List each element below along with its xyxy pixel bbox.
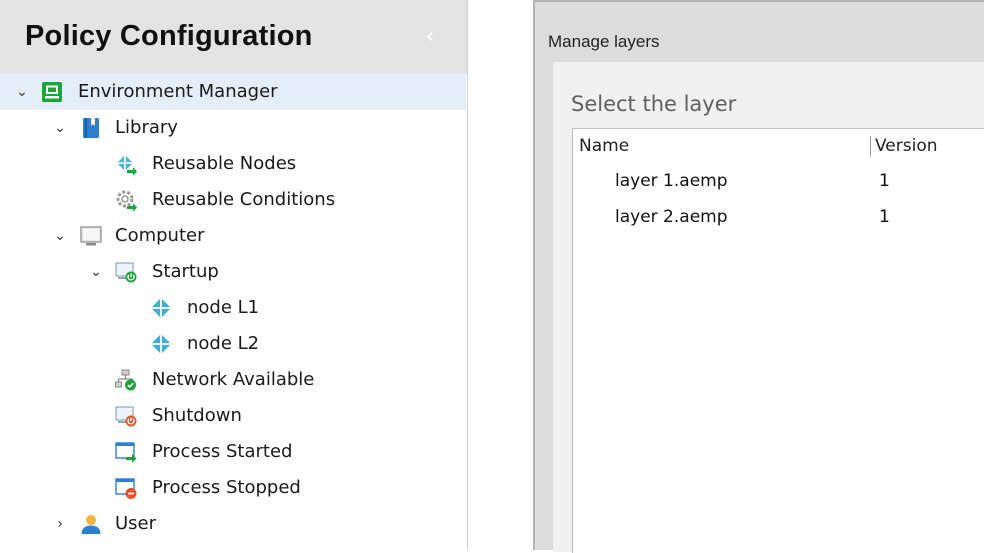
tree-item-environment-manager[interactable]: ⌄ Environment Manager [0, 74, 466, 110]
node-icon [150, 297, 172, 319]
tree-item-label: Reusable Nodes [152, 153, 297, 174]
chevron-down-icon[interactable]: ⌄ [89, 262, 103, 282]
tree-item-label: Computer [115, 225, 205, 246]
reusable-conditions-icon [115, 189, 137, 211]
select-layer-label: Select the layer [571, 92, 737, 116]
layer-version-cell: 1 [879, 171, 890, 191]
tree-item-label: Library [115, 117, 178, 138]
tree-item-node-l1[interactable]: node L1 [0, 290, 466, 326]
tree-item-label: node L2 [187, 333, 260, 354]
layer-row[interactable]: layer 2.aemp 1 [573, 201, 984, 233]
layer-name-cell: layer 2.aemp [615, 207, 728, 227]
layer-version-cell: 1 [879, 207, 890, 227]
tree-item-label: node L1 [187, 297, 260, 318]
chevron-down-icon[interactable]: ⌄ [53, 226, 67, 246]
layer-row[interactable]: layer 1.aemp 1 [573, 165, 984, 197]
layer-name-cell: layer 1.aemp [615, 171, 728, 191]
chevron-down-icon[interactable]: ⌄ [15, 82, 29, 102]
tree-item-user[interactable]: › User [0, 506, 466, 542]
policy-configuration-panel: Policy Configuration ‹ ⌄ Environment Man… [0, 0, 468, 550]
tree-item-node-l2[interactable]: node L2 [0, 326, 466, 362]
tree-item-startup[interactable]: ⌄ Startup [0, 254, 466, 290]
user-icon [80, 513, 102, 535]
tree-item-label: Network Available [152, 369, 315, 390]
library-book-icon [80, 117, 102, 139]
shutdown-icon [115, 405, 137, 427]
tree-item-shutdown[interactable]: Shutdown [0, 398, 466, 434]
panel-title: Policy Configuration [25, 20, 313, 52]
dialog-title: Manage layers [548, 32, 660, 51]
tree-item-reusable-nodes[interactable]: Reusable Nodes [0, 146, 466, 182]
dialog-body: Select the layer Name Version layer 1.ae… [553, 62, 984, 553]
manage-layers-dialog: Manage layers Select the layer Name Vers… [533, 0, 984, 553]
tree-item-label: Startup [152, 261, 219, 282]
computer-monitor-icon [80, 225, 102, 247]
chevron-right-icon[interactable]: › [53, 514, 67, 534]
tree-item-label: Process Started [152, 441, 293, 462]
tree-item-label: Environment Manager [78, 81, 278, 102]
column-header-version[interactable]: Version [875, 136, 938, 156]
tree-item-label: Reusable Conditions [152, 189, 336, 210]
tree-item-library[interactable]: ⌄ Library [0, 110, 466, 146]
node-icon [150, 333, 172, 355]
reusable-nodes-icon [115, 153, 137, 175]
environment-manager-icon [41, 81, 63, 103]
tree-item-process-started[interactable]: Process Started [0, 434, 466, 470]
column-header-name[interactable]: Name [579, 136, 629, 156]
tree-item-label: User [115, 513, 157, 534]
panel-header: Policy Configuration ‹ [0, 0, 467, 74]
process-started-icon [115, 441, 137, 463]
tree-item-label: Process Stopped [152, 477, 301, 498]
network-available-icon [115, 369, 137, 391]
tree-item-network-available[interactable]: Network Available [0, 362, 466, 398]
tree-item-label: Shutdown [152, 405, 242, 426]
column-divider[interactable] [870, 136, 871, 156]
tree-item-computer[interactable]: ⌄ Computer [0, 218, 466, 254]
startup-icon [115, 261, 137, 283]
chevron-down-icon[interactable]: ⌄ [53, 118, 67, 138]
tree-item-process-stopped[interactable]: Process Stopped [0, 470, 466, 506]
list-header: Name Version [573, 129, 984, 162]
layer-list[interactable]: Name Version layer 1.aemp 1 layer 2.aemp… [572, 128, 984, 553]
collapse-panel-button[interactable]: ‹ [420, 26, 440, 50]
process-stopped-icon [115, 477, 137, 499]
tree-item-reusable-conditions[interactable]: Reusable Conditions [0, 182, 466, 218]
